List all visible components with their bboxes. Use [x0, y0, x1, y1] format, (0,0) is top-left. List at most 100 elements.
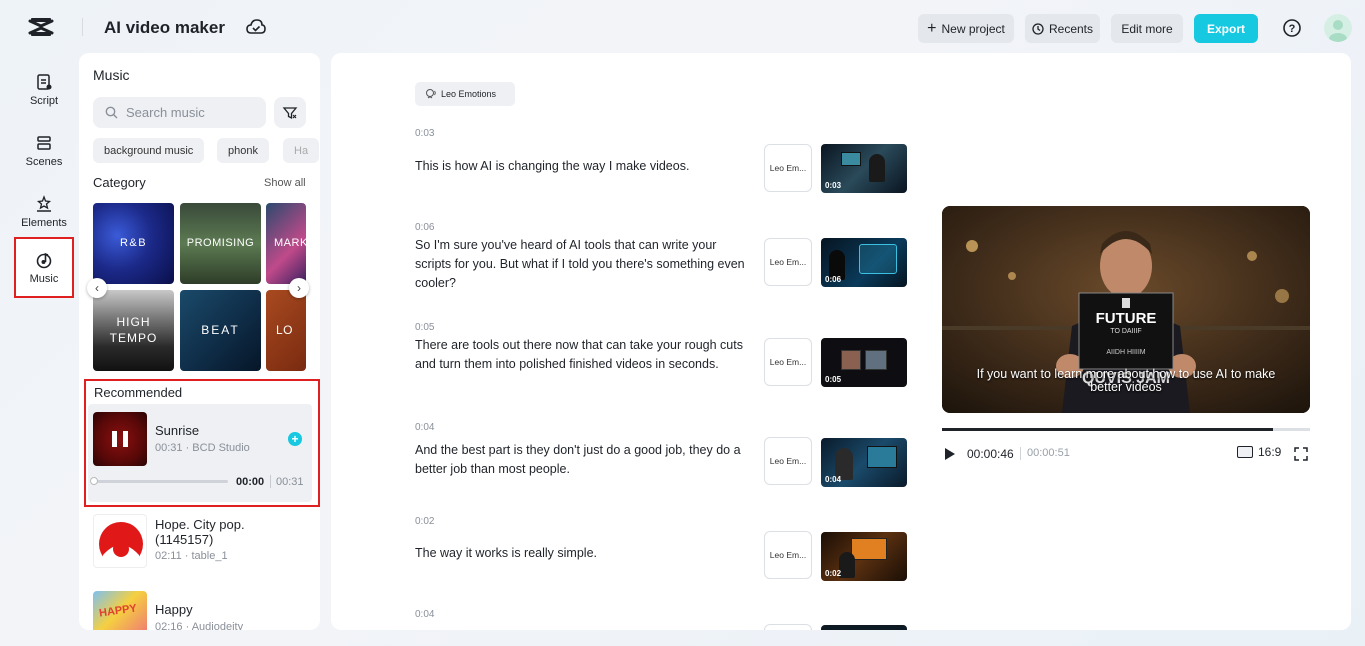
plus-icon: +	[291, 432, 299, 446]
scene-text[interactable]: And the best part is they don't just do …	[415, 441, 760, 479]
track-name: Hope. City pop. (1145157)	[155, 517, 245, 547]
app-title: AI video maker	[104, 18, 225, 37]
sign-line: AIIDH HIIIIM	[1106, 349, 1146, 356]
track-name: Happy	[155, 602, 193, 617]
scene-timestamp: 0:04	[415, 422, 435, 433]
scene-text[interactable]: There are tools out there now that can t…	[415, 336, 755, 374]
search-icon	[105, 106, 118, 119]
scene-timestamp: 0:06	[415, 222, 435, 233]
total-time: 00:00:51	[1027, 447, 1070, 459]
search-input[interactable]	[126, 105, 256, 120]
plus-icon: +	[927, 19, 937, 37]
chip-background-music[interactable]: background music	[93, 138, 205, 163]
show-all-link[interactable]: Show all	[264, 177, 306, 189]
category-tile-promising[interactable]: PROMISING	[180, 203, 261, 284]
track-meta: 02:11 · table_1	[155, 550, 228, 562]
scene-clip-thumbnail[interactable]: 0:02	[821, 532, 907, 581]
time-separator	[1020, 447, 1021, 460]
edit-more-button[interactable]: Edit more	[1111, 14, 1183, 43]
category-title: Category	[93, 175, 146, 190]
rail-item-music[interactable]: Music	[14, 237, 74, 298]
chevron-left-icon: ‹	[95, 281, 99, 295]
divider	[82, 18, 83, 36]
video-preview[interactable]: FUTURE TO DAIIIF AIIDH HIIIIM QUVIS JAM …	[942, 206, 1310, 413]
aspect-ratio-button[interactable]: 16:9	[1237, 445, 1281, 459]
clock-icon	[1032, 22, 1044, 35]
clip-hud	[859, 244, 897, 274]
track-position: 00:00	[236, 476, 265, 488]
clip-screen-left	[841, 350, 861, 370]
filter-button[interactable]	[274, 97, 306, 128]
category-tile-high-tempo[interactable]: HIGH TEMPO	[93, 290, 174, 371]
scene-voice-button[interactable]	[764, 624, 812, 630]
export-button[interactable]: Export	[1194, 14, 1258, 43]
chip-phonk[interactable]: phonk	[217, 138, 269, 163]
elements-icon	[36, 195, 52, 212]
scene-voice-button[interactable]: Leo Em...	[764, 531, 812, 579]
cloud-sync-icon[interactable]	[246, 18, 266, 36]
track-seek-handle[interactable]	[90, 477, 98, 485]
voice-selector[interactable]: Leo Emotions	[415, 82, 515, 106]
scene-clip-thumbnail[interactable]: 0:04	[821, 438, 907, 487]
carousel-prev-button[interactable]: ‹	[87, 278, 107, 298]
carousel-next-button[interactable]: ›	[289, 278, 309, 298]
scene-text[interactable]: This is how AI is changing the way I mak…	[415, 157, 755, 176]
scene-voice-button[interactable]: Leo Em...	[764, 238, 812, 286]
new-project-button[interactable]: + New project	[918, 14, 1014, 43]
play-icon[interactable]	[944, 448, 956, 460]
clip-person	[869, 154, 885, 182]
scene-timestamp: 0:04	[415, 609, 435, 620]
scene-voice-button[interactable]: Leo Em...	[764, 144, 812, 192]
clip-monitor	[841, 152, 861, 166]
clip-screen-right	[865, 350, 887, 370]
video-caption: If you want to learn more about how to u…	[976, 367, 1276, 394]
track-thumbnail[interactable]: HAPPY	[93, 591, 147, 630]
top-bar: AI video maker + New project Recents Edi…	[0, 0, 1365, 54]
scene-voice-button[interactable]: Leo Em...	[764, 437, 812, 485]
fullscreen-icon[interactable]	[1294, 447, 1308, 461]
playback-progress-fill	[942, 428, 1274, 431]
scenes-icon	[37, 136, 51, 150]
capcut-logo[interactable]	[28, 16, 54, 38]
music-icon	[36, 252, 52, 268]
recents-button[interactable]: Recents	[1025, 14, 1100, 43]
svg-text:?: ?	[1289, 23, 1296, 35]
help-icon[interactable]: ?	[1281, 17, 1303, 39]
scene-text[interactable]: The way it works is really simple.	[415, 544, 755, 563]
scene-clip-thumbnail[interactable]: 0:03	[821, 144, 907, 193]
voice-icon	[426, 89, 436, 99]
clip-person	[839, 552, 855, 578]
track-seek-bar[interactable]	[90, 477, 228, 485]
chip-ha[interactable]: Ha	[283, 138, 320, 163]
category-tile-beat[interactable]: BEAT	[180, 290, 261, 371]
rail-item-scenes[interactable]: Scenes	[14, 121, 74, 181]
category-tile-mark[interactable]: MARK	[266, 203, 306, 284]
category-tile-rnb[interactable]: R&B	[93, 203, 174, 284]
script-icon	[37, 74, 52, 90]
scene-clip-thumbnail[interactable]	[821, 625, 907, 630]
rail-item-elements[interactable]: Elements	[14, 182, 74, 242]
playback-progress-bar[interactable]	[942, 428, 1310, 431]
add-track-button[interactable]: +	[288, 432, 302, 446]
filter-icon	[282, 106, 298, 119]
search-box[interactable]	[93, 97, 266, 128]
clip-monitor	[867, 446, 897, 468]
track-meta: 02:16 · Audiodeity	[155, 621, 244, 630]
sign-subtitle: TO DAIIIF	[1110, 328, 1142, 335]
track-thumbnail[interactable]	[93, 514, 147, 568]
user-avatar[interactable]	[1324, 14, 1352, 42]
aspect-ratio-icon	[1237, 446, 1253, 458]
scene-text[interactable]: So I'm sure you've heard of AI tools tha…	[415, 236, 755, 293]
scene-voice-button[interactable]: Leo Em...	[764, 338, 812, 386]
sign-title: FUTURE	[1095, 310, 1157, 327]
scene-clip-thumbnail[interactable]: 0:05	[821, 338, 907, 387]
track-meta: 00:31 · BCD Studio	[155, 442, 250, 454]
pause-icon[interactable]	[93, 412, 147, 466]
track-thumbnail[interactable]	[93, 412, 147, 466]
panel-title: Music	[93, 67, 130, 83]
rail-item-script[interactable]: Script	[14, 60, 74, 120]
current-time: 00:00:46	[967, 447, 1014, 461]
category-tile-lo[interactable]: LO	[266, 290, 306, 371]
time-separator	[270, 475, 271, 488]
scene-clip-thumbnail[interactable]: 0:06	[821, 238, 907, 287]
